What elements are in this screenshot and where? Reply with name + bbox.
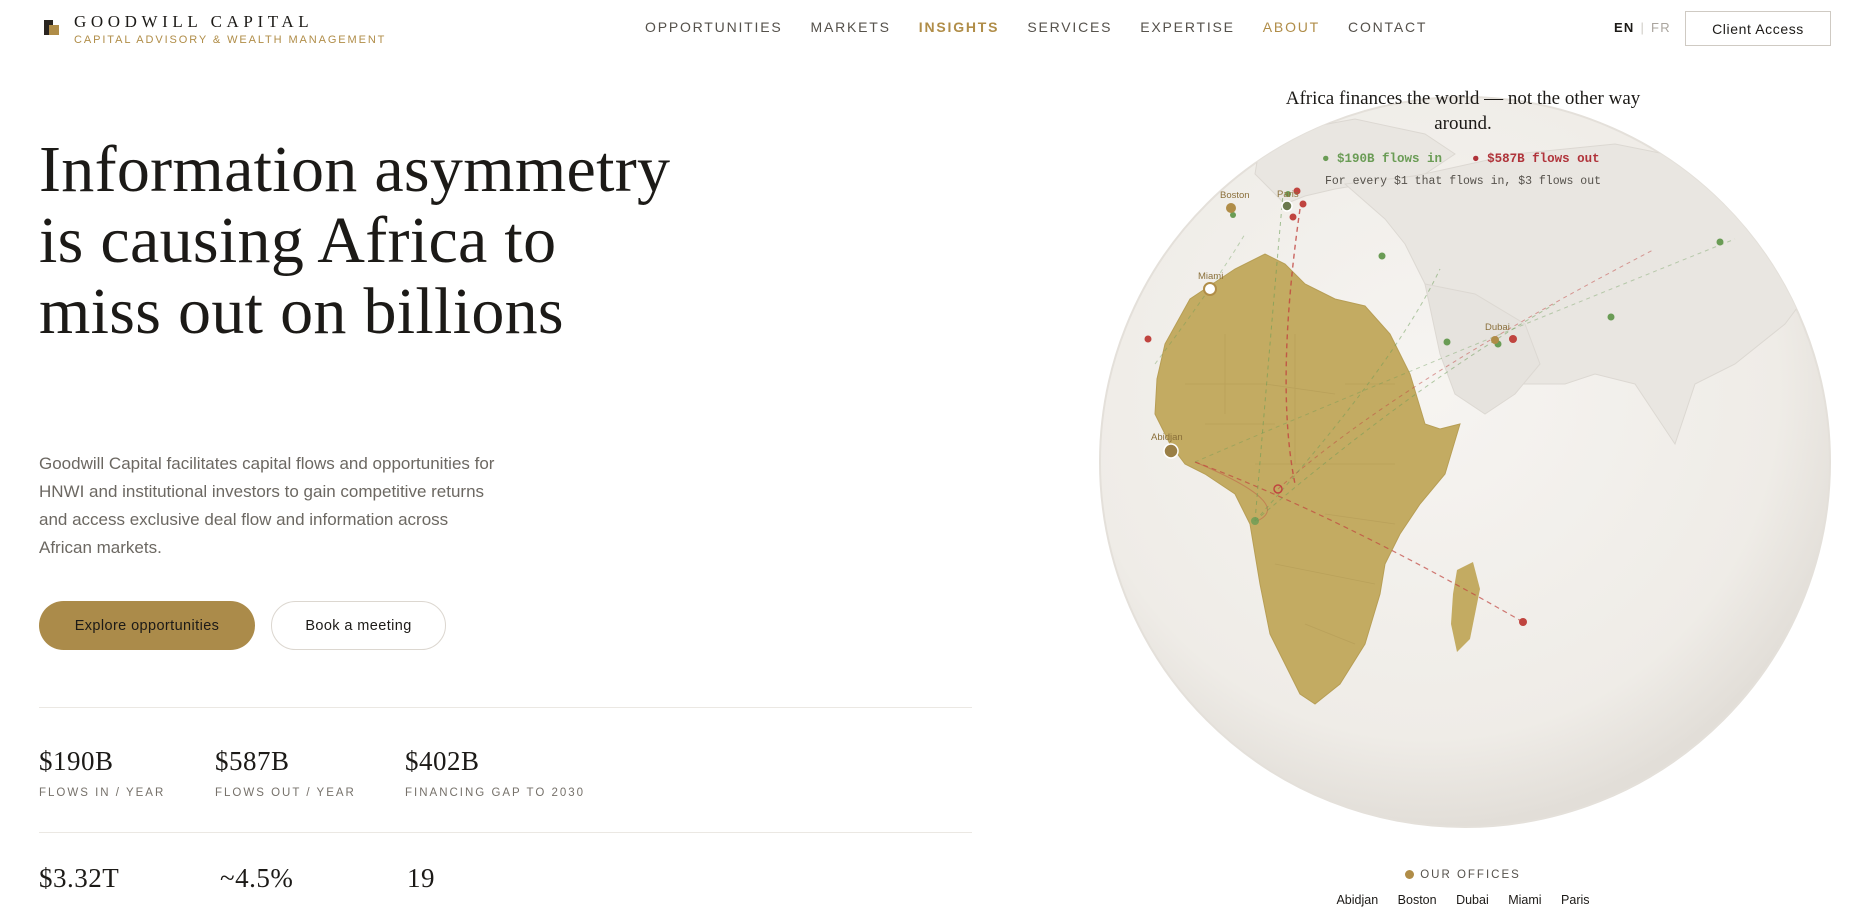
book-meeting-button[interactable]: Book a meeting <box>271 601 446 650</box>
flow-in-point <box>1443 338 1451 346</box>
nav-markets[interactable]: MARKETS <box>811 19 891 35</box>
nav-contact[interactable]: CONTACT <box>1348 19 1427 35</box>
office-abidjan-marker <box>1163 443 1179 459</box>
main-nav: OPPORTUNITIES MARKETS INSIGHTS SERVICES … <box>645 19 1455 35</box>
explore-opportunities-button[interactable]: Explore opportunities <box>39 601 255 650</box>
stat-item: $3.32T <box>39 863 119 894</box>
capital-flows-globe: Boston Paris Miami Dubai Abidjan <box>1099 96 1831 828</box>
nav-about[interactable]: ABOUT <box>1263 19 1320 35</box>
city-label-abidjan: Abidjan <box>1151 432 1183 443</box>
flow-in-point <box>1607 313 1615 321</box>
stat-item: ~4.5% <box>220 863 293 894</box>
city-label-paris: Paris <box>1277 189 1299 200</box>
nav-services[interactable]: SERVICES <box>1027 19 1112 35</box>
office-link-boston[interactable]: Boston <box>1398 893 1437 907</box>
office-link-paris[interactable]: Paris <box>1561 893 1589 907</box>
globe-headline: Africa finances the world — not the othe… <box>1285 88 1641 134</box>
nav-opportunities[interactable]: OPPORTUNITIES <box>645 19 783 35</box>
offices-list: Abidjan Boston Dubai Miami Paris <box>1275 893 1651 907</box>
stat-value: $190B <box>39 746 114 776</box>
legend-flows-out: ● $587B flows out <box>1472 152 1600 166</box>
nav-expertise[interactable]: EXPERTISE <box>1140 19 1235 35</box>
flow-legend: ● $190B flows in ● $587B flows out <box>1322 152 1600 166</box>
brand-tagline: CAPITAL ADVISORY & WEALTH MANAGEMENT <box>74 34 387 46</box>
legend-flows-in-label: $190B flows in <box>1337 152 1443 166</box>
office-paris-marker <box>1281 200 1293 212</box>
city-label-dubai: Dubai <box>1485 322 1510 333</box>
lang-en[interactable]: EN <box>1614 20 1634 35</box>
offices-heading-label: OUR OFFICES <box>1420 869 1521 881</box>
flow-out-point <box>1144 335 1152 343</box>
offices-heading: OUR OFFICES <box>1275 869 1651 881</box>
stat-flows-in: $190B FLOWS IN / YEAR <box>39 746 165 799</box>
office-link-abidjan[interactable]: Abidjan <box>1336 893 1378 907</box>
flow-in-point <box>1716 238 1724 246</box>
flow-in-point <box>1251 517 1259 525</box>
office-boston-marker <box>1226 203 1236 213</box>
nav-insights[interactable]: INSIGHTS <box>919 19 1000 35</box>
flow-in-point <box>1378 252 1386 260</box>
divider <box>39 707 972 708</box>
stat-value: 19 <box>407 863 435 893</box>
legend-flows-in: ● $190B flows in <box>1322 152 1443 166</box>
stat-value: ~4.5% <box>220 863 294 893</box>
stat-label: FLOWS OUT / YEAR <box>215 787 356 799</box>
office-dot-icon <box>1405 870 1415 879</box>
city-label-miami: Miami <box>1198 271 1223 282</box>
stat-flows-out: $587B FLOWS OUT / YEAR <box>215 746 356 799</box>
stat-value: $3.32T <box>39 863 120 893</box>
logo-mark-icon <box>44 20 60 36</box>
logo[interactable]: GOODWILL CAPITAL CAPITAL ADVISORY & WEAL… <box>44 12 386 46</box>
office-miami-marker <box>1203 282 1217 296</box>
stat-label: FLOWS IN / YEAR <box>39 787 166 799</box>
legend-note: For every $1 that flows in, $3 flows out <box>1324 175 1602 188</box>
stat-label: FINANCING GAP TO 2030 <box>405 787 586 799</box>
stat-value: $587B <box>215 746 290 776</box>
city-label-boston: Boston <box>1220 190 1250 201</box>
lang-separator: | <box>1640 20 1646 35</box>
brand-name: GOODWILL CAPITAL <box>74 12 314 31</box>
flow-out-point <box>1289 213 1297 221</box>
client-access-button[interactable]: Client Access <box>1685 11 1831 46</box>
flow-out-point <box>1509 335 1517 343</box>
stat-item: 19 <box>407 863 435 894</box>
stat-financing-gap: $402B FINANCING GAP TO 2030 <box>405 746 585 799</box>
flow-out-point <box>1299 200 1307 208</box>
language-switcher: EN | FR <box>1614 20 1671 35</box>
legend-flows-out-label: $587B flows out <box>1487 152 1600 166</box>
office-link-dubai[interactable]: Dubai <box>1456 893 1489 907</box>
stat-value: $402B <box>405 746 480 776</box>
office-link-miami[interactable]: Miami <box>1508 893 1541 907</box>
divider <box>39 832 972 833</box>
hero-title: Information asymmetry is causing Africa … <box>39 133 671 348</box>
lang-fr[interactable]: FR <box>1651 20 1671 35</box>
office-dubai-marker <box>1491 336 1499 344</box>
flow-out-point <box>1519 618 1527 626</box>
hero-subtitle: Goodwill Capital facilitates capital flo… <box>39 454 495 557</box>
